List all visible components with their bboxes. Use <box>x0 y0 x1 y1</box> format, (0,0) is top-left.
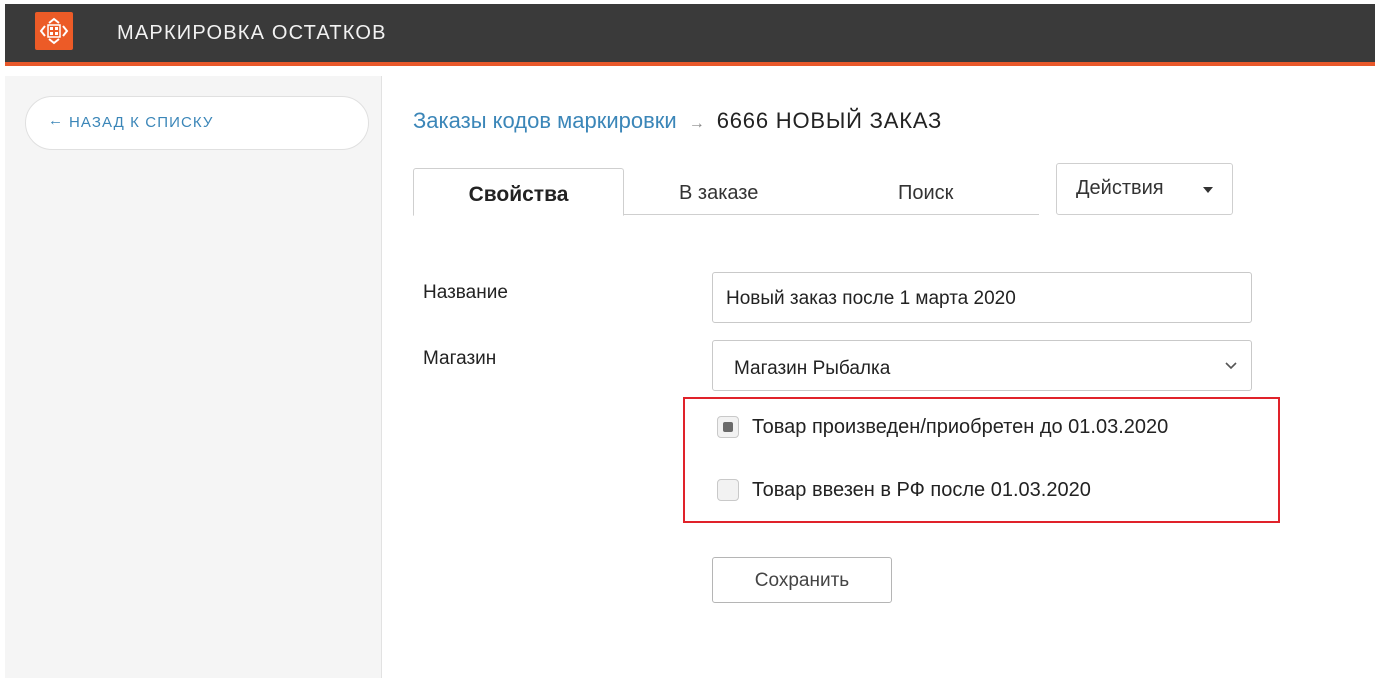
save-button[interactable]: Сохранить <box>712 557 892 603</box>
shop-select-value: Магазин Рыбалка <box>734 358 891 379</box>
shop-select[interactable]: Магазин Рыбалка <box>712 340 1252 391</box>
caret-down-icon <box>1203 187 1213 193</box>
checkbox-produced-before-label: Товар произведен/приобретен до 01.03.202… <box>752 416 1169 438</box>
save-button-label: Сохранить <box>754 570 850 591</box>
barcode-scan-icon[interactable] <box>35 12 73 50</box>
name-input-value: Новый заказ после 1 марта 2020 <box>726 288 1016 309</box>
name-label: Название <box>423 282 508 303</box>
page-title: 6666 НОВЫЙ ЗАКАЗ <box>716 108 943 133</box>
breadcrumb-separator: → <box>688 115 705 132</box>
tab-properties[interactable]: Свойства <box>413 168 624 216</box>
breadcrumb: Заказы кодов маркировки → 6666 НОВЫЙ ЗАКАЗ <box>413 108 942 134</box>
sidebar: ← НАЗАД К СПИСКУ <box>5 76 382 678</box>
back-to-list-button[interactable]: ← НАЗАД К СПИСКУ <box>25 96 369 150</box>
app-title: МАРКИРОВКА ОСТАТКОВ <box>117 22 387 44</box>
name-input[interactable]: Новый заказ после 1 марта 2020 <box>712 272 1252 323</box>
checkbox-imported-after-box[interactable] <box>717 479 739 501</box>
back-to-list-label: НАЗАД К СПИСКУ <box>69 114 214 131</box>
tab-properties-label: Свойства <box>468 183 569 206</box>
shop-label: Магазин <box>423 348 497 369</box>
actions-dropdown-button[interactable]: Действия <box>1056 163 1233 215</box>
tab-search[interactable]: Поиск <box>898 182 953 205</box>
arrow-left-icon: ← <box>48 112 63 129</box>
actions-label: Действия <box>1076 177 1164 199</box>
checkbox-produced-before-box[interactable] <box>717 416 739 438</box>
breadcrumb-parent-link[interactable]: Заказы кодов маркировки <box>413 108 677 133</box>
chevron-down-icon <box>1225 362 1237 370</box>
tab-in-order[interactable]: В заказе <box>679 182 758 205</box>
checkbox-imported-after-label: Товар ввезен в РФ после 01.03.2020 <box>752 479 1091 501</box>
top-bar: МАРКИРОВКА ОСТАТКОВ <box>5 4 1375 66</box>
